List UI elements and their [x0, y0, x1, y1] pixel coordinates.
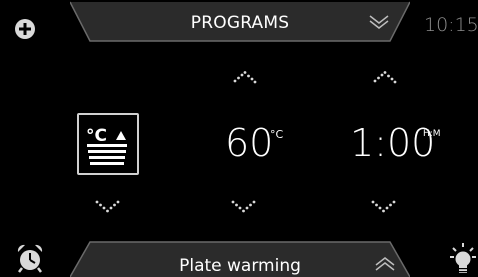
programs-tab-label: PROGRAMS — [190, 13, 290, 33]
program-name-label: Plate warming — [179, 256, 301, 276]
light-button[interactable] — [450, 242, 476, 277]
chevron-up-double-icon[interactable] — [374, 256, 396, 272]
mode-icon-label: °C — [86, 126, 107, 146]
temperature-up-button[interactable] — [230, 70, 258, 84]
alarm-clock-button[interactable] — [16, 243, 44, 273]
alarm-clock-icon — [17, 244, 43, 273]
duration-down-button[interactable] — [370, 200, 398, 214]
mode-down-button[interactable] — [94, 200, 122, 214]
light-bulb-icon — [450, 243, 476, 273]
add-button[interactable] — [14, 18, 36, 40]
programs-tab[interactable]: PROGRAMS — [70, 0, 410, 43]
clock-display: 10:15 — [424, 14, 478, 36]
program-name-tab[interactable]: Plate warming — [70, 240, 410, 277]
duration-up-button[interactable] — [370, 70, 398, 84]
chevron-up-icon — [373, 71, 397, 84]
temperature-down-button[interactable] — [230, 200, 258, 214]
chevron-up-icon — [233, 71, 257, 84]
temperature-value[interactable]: 60 — [225, 124, 273, 162]
plus-icon — [15, 19, 35, 39]
temperature-unit: °C — [270, 128, 284, 141]
chevron-down-double-icon[interactable] — [368, 14, 390, 30]
chevron-down-icon — [231, 200, 256, 213]
chevron-down-icon — [95, 200, 120, 213]
chevron-down-icon — [371, 200, 396, 213]
duration-unit: H:M — [423, 129, 441, 139]
oven-control-screen: PROGRAMS 10:15 °C 60 °C 1:00 H:M Plate w… — [0, 0, 478, 277]
plate-warming-mode-icon: °C — [86, 126, 127, 165]
mode-selector[interactable]: °C — [77, 113, 139, 175]
